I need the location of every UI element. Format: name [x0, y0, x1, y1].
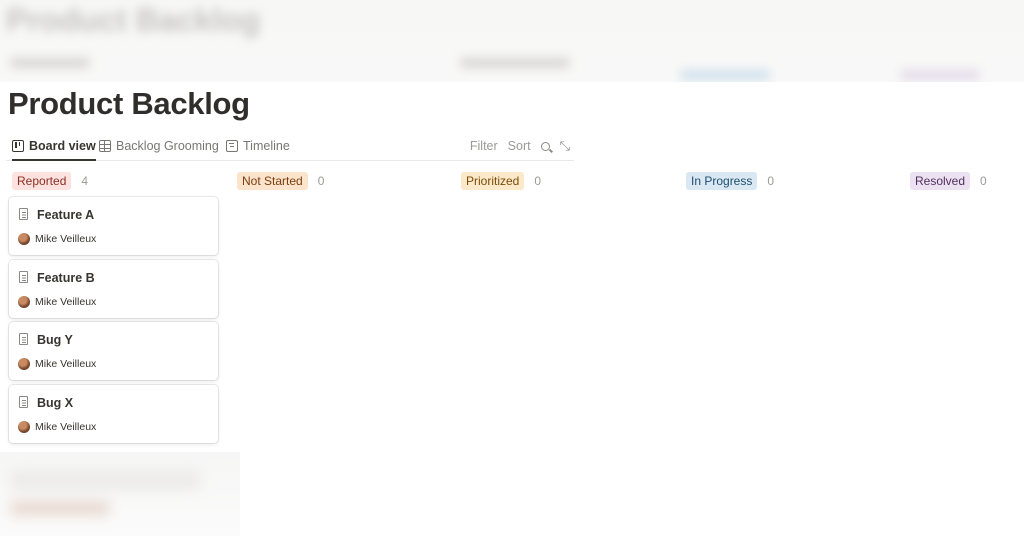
- board-card[interactable]: Feature A Mike Veilleux: [9, 197, 218, 255]
- timeline-icon: [226, 140, 238, 152]
- blurred-ghost-bar: [680, 70, 770, 80]
- board-card[interactable]: Bug X Mike Veilleux: [9, 385, 218, 443]
- column-header-resolved: Resolved 0: [910, 172, 987, 190]
- tab-timeline[interactable]: Timeline: [226, 134, 290, 158]
- search-icon[interactable]: [540, 141, 550, 151]
- column-count: 0: [980, 174, 987, 188]
- tab-label: Board view: [29, 139, 96, 153]
- card-person: Mike Veilleux: [35, 421, 97, 433]
- view-toolbar: Filter Sort ⤡: [470, 134, 570, 158]
- expand-icon[interactable]: ⤡: [560, 138, 570, 154]
- filter-button[interactable]: Filter: [470, 139, 498, 153]
- tab-label: Backlog Grooming: [116, 139, 219, 153]
- card-title: Bug Y: [37, 333, 73, 347]
- board-page: Product Backlog Board view Backlog Groom…: [0, 82, 1024, 452]
- blurred-ghost-bar: [900, 70, 980, 80]
- card-title: Bug X: [37, 396, 74, 410]
- card-title: Feature A: [37, 208, 95, 222]
- page-title: Product Backlog: [8, 86, 250, 121]
- column-count: 0: [767, 174, 775, 188]
- board-card[interactable]: Feature B Mike Veilleux: [9, 260, 218, 318]
- column-header-prioritized: Prioritized 0: [461, 172, 541, 190]
- tab-backlog-grooming[interactable]: Backlog Grooming: [99, 134, 219, 158]
- blurred-ghost-bar: [10, 58, 90, 68]
- board-card[interactable]: Bug Y Mike Veilleux: [9, 322, 218, 380]
- blurred-header-backdrop: [0, 0, 1024, 82]
- column-header-in-progress: In Progress 0: [686, 172, 774, 190]
- card-title: Feature B: [37, 271, 95, 285]
- blurred-ghost-bar: [460, 58, 570, 68]
- avatar: [18, 421, 30, 433]
- column-header-not-started: Not Started 0: [237, 172, 324, 190]
- page-icon: [19, 333, 28, 345]
- status-tag[interactable]: Prioritized: [461, 172, 525, 190]
- column-count: 0: [534, 174, 542, 188]
- column-count: 0: [317, 174, 325, 188]
- sort-button[interactable]: Sort: [508, 139, 531, 153]
- card-person: Mike Veilleux: [35, 358, 97, 370]
- tab-label: Timeline: [243, 139, 290, 153]
- page-icon: [19, 271, 28, 283]
- card-person: Mike Veilleux: [35, 296, 97, 308]
- view-tabs-bar: Board view Backlog Grooming Timeline Fil…: [6, 132, 574, 161]
- page-icon: [19, 396, 28, 408]
- table-icon: [99, 140, 111, 152]
- status-tag[interactable]: Resolved: [910, 172, 971, 190]
- column-count: 4: [81, 174, 89, 188]
- column-header-reported: Reported 4: [12, 172, 88, 190]
- tab-board-view[interactable]: Board view: [12, 134, 96, 161]
- blurred-footer-backdrop: [0, 452, 240, 536]
- page-icon: [19, 208, 28, 220]
- avatar: [18, 358, 30, 370]
- avatar: [18, 296, 30, 308]
- status-tag[interactable]: Not Started: [237, 172, 308, 190]
- blurred-ghost-block: [10, 470, 200, 490]
- card-person: Mike Veilleux: [35, 233, 97, 245]
- board-icon: [12, 140, 24, 152]
- status-tag[interactable]: In Progress: [686, 172, 758, 190]
- status-tag[interactable]: Reported: [12, 172, 72, 190]
- avatar: [18, 233, 30, 245]
- blurred-ghost-block: [10, 500, 110, 516]
